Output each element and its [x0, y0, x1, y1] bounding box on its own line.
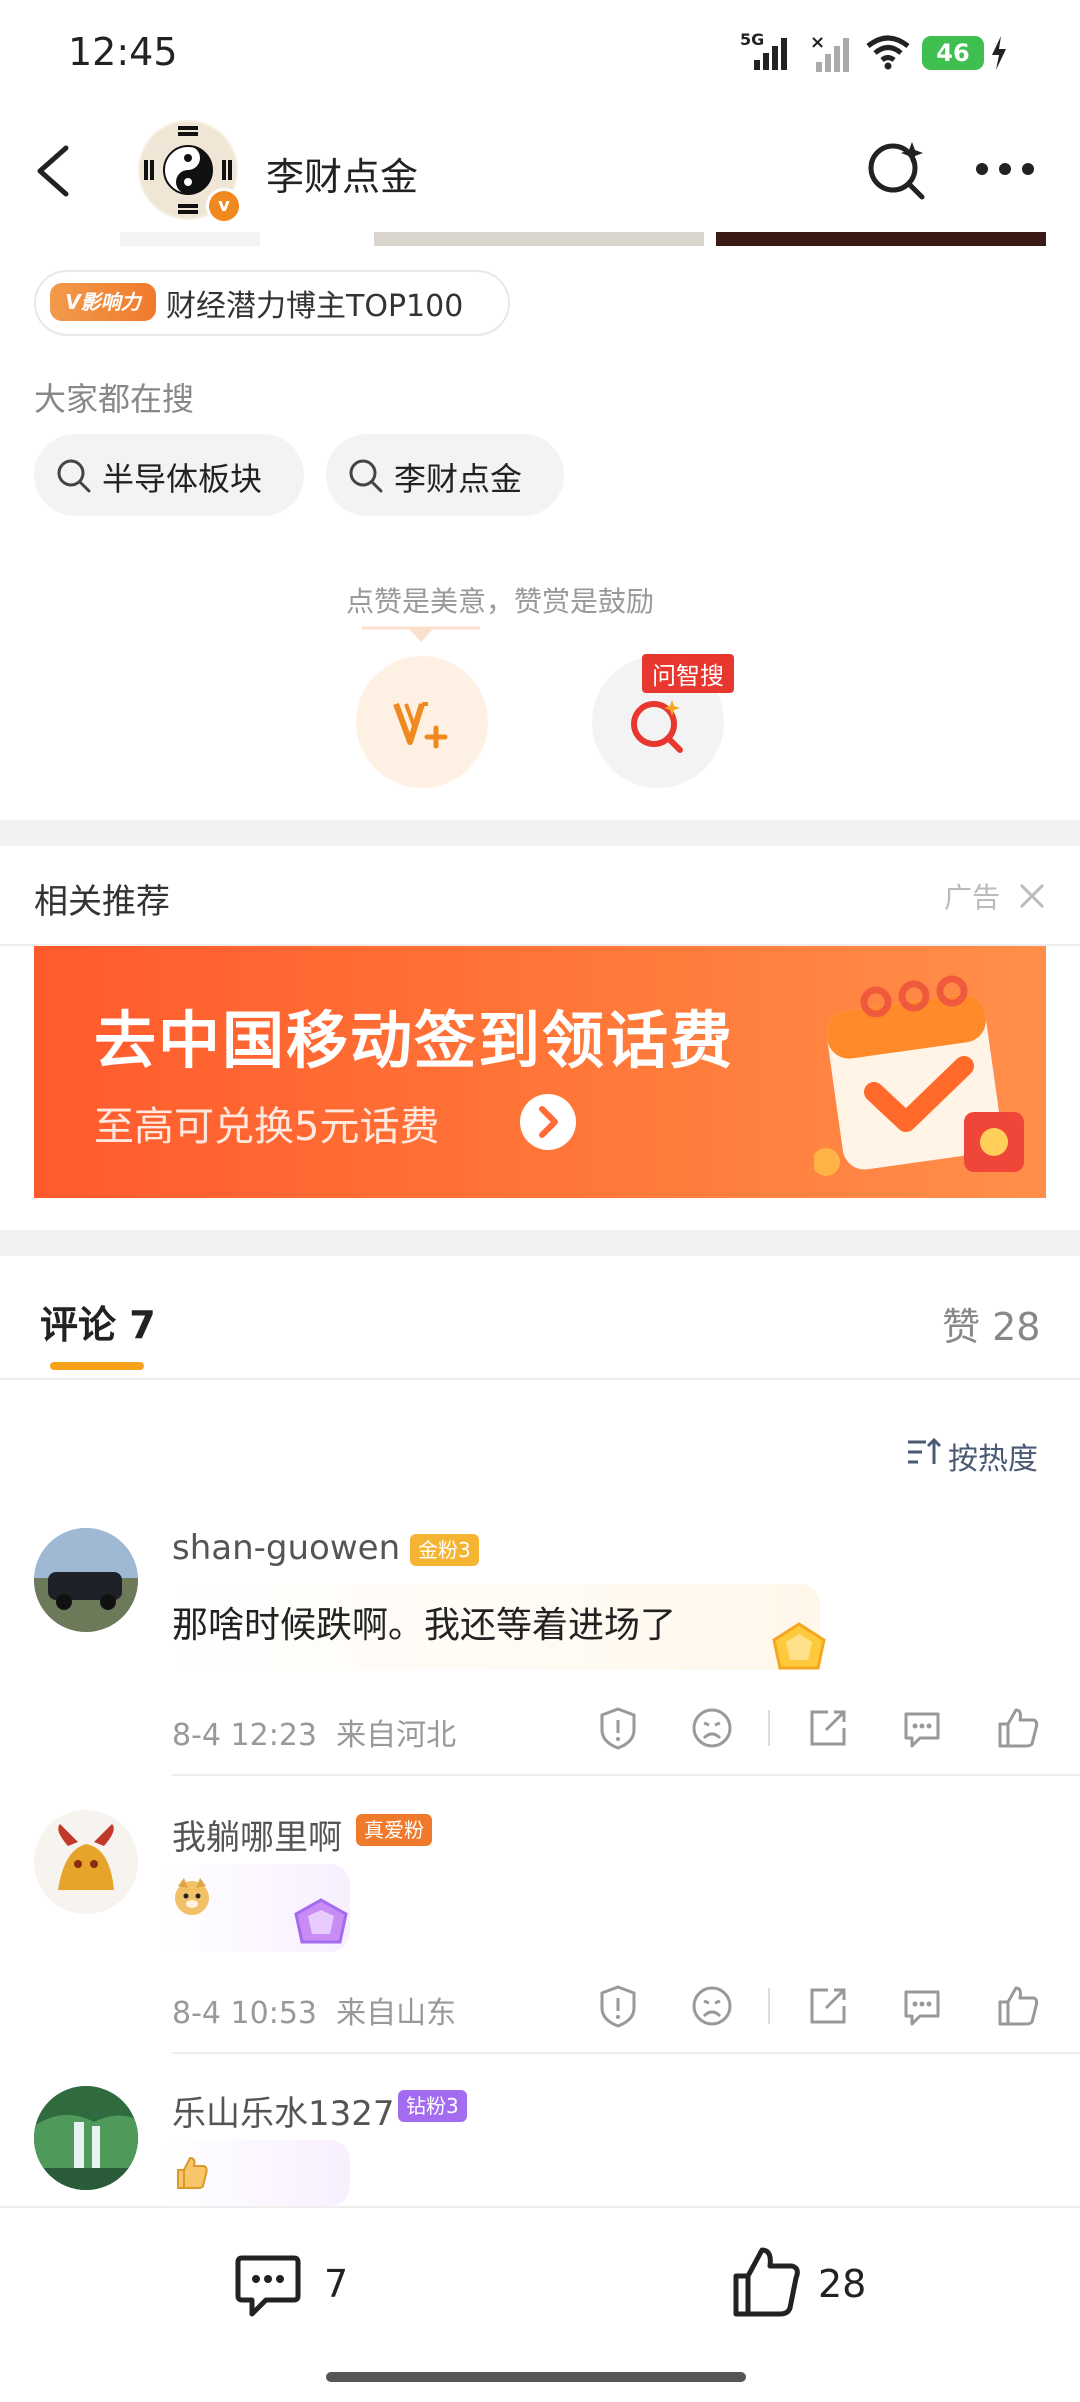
- comment-meta: 8-4 10:53 来自山东: [172, 1988, 456, 2032]
- fan-badge: 金粉3: [410, 1534, 479, 1566]
- comment-location: 来自山东: [336, 1996, 457, 2031]
- fan-badge-label: 金粉3: [418, 1538, 471, 1562]
- back-button[interactable]: [30, 142, 78, 204]
- comment-text: 那啥时候跌啊。我还等着进场了: [172, 1605, 677, 1646]
- report-icon[interactable]: [596, 1706, 640, 1750]
- fan-badge-label: 真爱粉: [364, 1818, 424, 1842]
- close-ad-icon[interactable]: [1018, 882, 1046, 914]
- fan-badge: 钻粉3: [398, 2090, 467, 2122]
- banner-title: 去中国移动签到领话费: [94, 1004, 735, 1077]
- comment-date: 8-4 12:23: [172, 1718, 317, 1753]
- thumbs-up-emoji-icon: [174, 2154, 208, 2194]
- search-chip[interactable]: 李财点金: [326, 434, 564, 516]
- like-button[interactable]: 28: [730, 2244, 870, 2320]
- like-icon[interactable]: [996, 1706, 1040, 1750]
- car-photo: [34, 1528, 138, 1632]
- comment-meta: 8-4 12:23 来自河北: [172, 1710, 456, 1754]
- sort-label[interactable]: 按热度: [948, 1434, 1038, 1478]
- search-chip[interactable]: 半导体板块: [34, 434, 304, 516]
- reward-hint: 点赞是美意，赞赏是鼓励: [345, 585, 654, 618]
- separator: [768, 1988, 770, 2024]
- influence-text: 财经潜力博主TOP100: [166, 289, 464, 324]
- reply-icon[interactable]: [900, 1984, 944, 2028]
- comment-button[interactable]: 7: [232, 2248, 352, 2320]
- recommend-title: 相关推荐: [34, 882, 170, 922]
- search-section-label: 大家都在搜: [34, 380, 195, 418]
- status-bar: 12:45 5G × 46: [0, 0, 1080, 108]
- hint-pointer: [362, 626, 480, 648]
- reply-icon[interactable]: [900, 1706, 944, 1750]
- like-count: 28: [818, 2262, 867, 2306]
- status-time: 12:45: [68, 30, 178, 74]
- image-thumb[interactable]: [716, 232, 1046, 246]
- arrow-right-icon: [520, 1094, 576, 1150]
- share-icon[interactable]: [806, 1706, 850, 1750]
- dislike-icon[interactable]: [690, 1706, 734, 1750]
- golden-ox-image: [34, 1810, 138, 1914]
- divider: [0, 1378, 1080, 1380]
- comment-count: 7: [324, 2262, 349, 2306]
- fan-badge: 真爱粉: [356, 1814, 432, 1846]
- comment-icon: [235, 2255, 301, 2317]
- thumbs-up-icon: [733, 2247, 800, 2317]
- influence-tag: V影响力: [50, 283, 156, 321]
- purple-gem-icon: [290, 1896, 352, 1954]
- v-plus-icon: [393, 702, 448, 749]
- separator: [768, 1710, 770, 1746]
- dislike-icon[interactable]: [690, 1984, 734, 2028]
- username[interactable]: 乐山乐水1327: [172, 2086, 395, 2135]
- avatar[interactable]: [34, 2086, 138, 2190]
- image-thumb: [120, 232, 260, 246]
- share-icon[interactable]: [806, 1984, 850, 2028]
- tab-underline: [50, 1362, 144, 1370]
- username[interactable]: shan-guowen: [172, 1528, 400, 1568]
- username[interactable]: 我躺哪里啊: [172, 1810, 342, 1859]
- fan-badge-label: 钻粉3: [406, 2094, 459, 2118]
- search-chip-label: 李财点金: [394, 460, 523, 498]
- verified-badge-icon: v: [206, 188, 242, 224]
- section-gap: [0, 1230, 1080, 1256]
- charging-icon: [990, 36, 1008, 74]
- report-icon[interactable]: [596, 1984, 640, 2028]
- divider: [172, 2052, 1080, 2054]
- calendar-icon: [812, 962, 1034, 1196]
- doge-emoji-icon: [172, 1876, 212, 1920]
- ad-label: 广告: [944, 881, 1001, 914]
- home-indicator[interactable]: [326, 2372, 746, 2382]
- ai-search-icon[interactable]: [866, 138, 928, 204]
- gold-gem-icon: [768, 1620, 830, 1680]
- more-options-icon[interactable]: [974, 158, 1036, 184]
- page-title: 李财点金: [266, 155, 419, 199]
- like-icon[interactable]: [996, 1984, 1040, 2028]
- ad-banner[interactable]: 去中国移动签到领话费 至高可兑换5元话费: [34, 946, 1046, 1198]
- banner-subtitle: 至高可兑换5元话费: [94, 1104, 440, 1150]
- svg-text:×: ×: [810, 34, 825, 53]
- tab-likes[interactable]: 赞 28: [942, 1296, 1040, 1351]
- ask-tag: 问智搜: [642, 654, 734, 693]
- divider: [172, 1774, 1080, 1776]
- ai-search-icon: [631, 700, 683, 753]
- comment-location: 来自河北: [336, 1718, 457, 1753]
- sort-icon[interactable]: [906, 1436, 942, 1472]
- tab-comments[interactable]: 评论 7: [40, 1294, 156, 1349]
- section-gap: [0, 820, 1080, 846]
- search-icon: [349, 459, 383, 493]
- reward-button[interactable]: [356, 656, 488, 788]
- comment-date: 8-4 10:53: [172, 1996, 317, 2031]
- search-chip-label: 半导体板块: [102, 460, 263, 498]
- search-icon: [57, 459, 91, 493]
- waterfall-photo: [34, 2086, 138, 2190]
- signal-2-icon: ×: [808, 32, 852, 76]
- avatar[interactable]: [34, 1810, 138, 1914]
- image-thumb[interactable]: [374, 232, 704, 246]
- wifi-icon: [864, 34, 912, 74]
- battery-indicator: 46: [922, 36, 984, 70]
- avatar[interactable]: [34, 1528, 138, 1632]
